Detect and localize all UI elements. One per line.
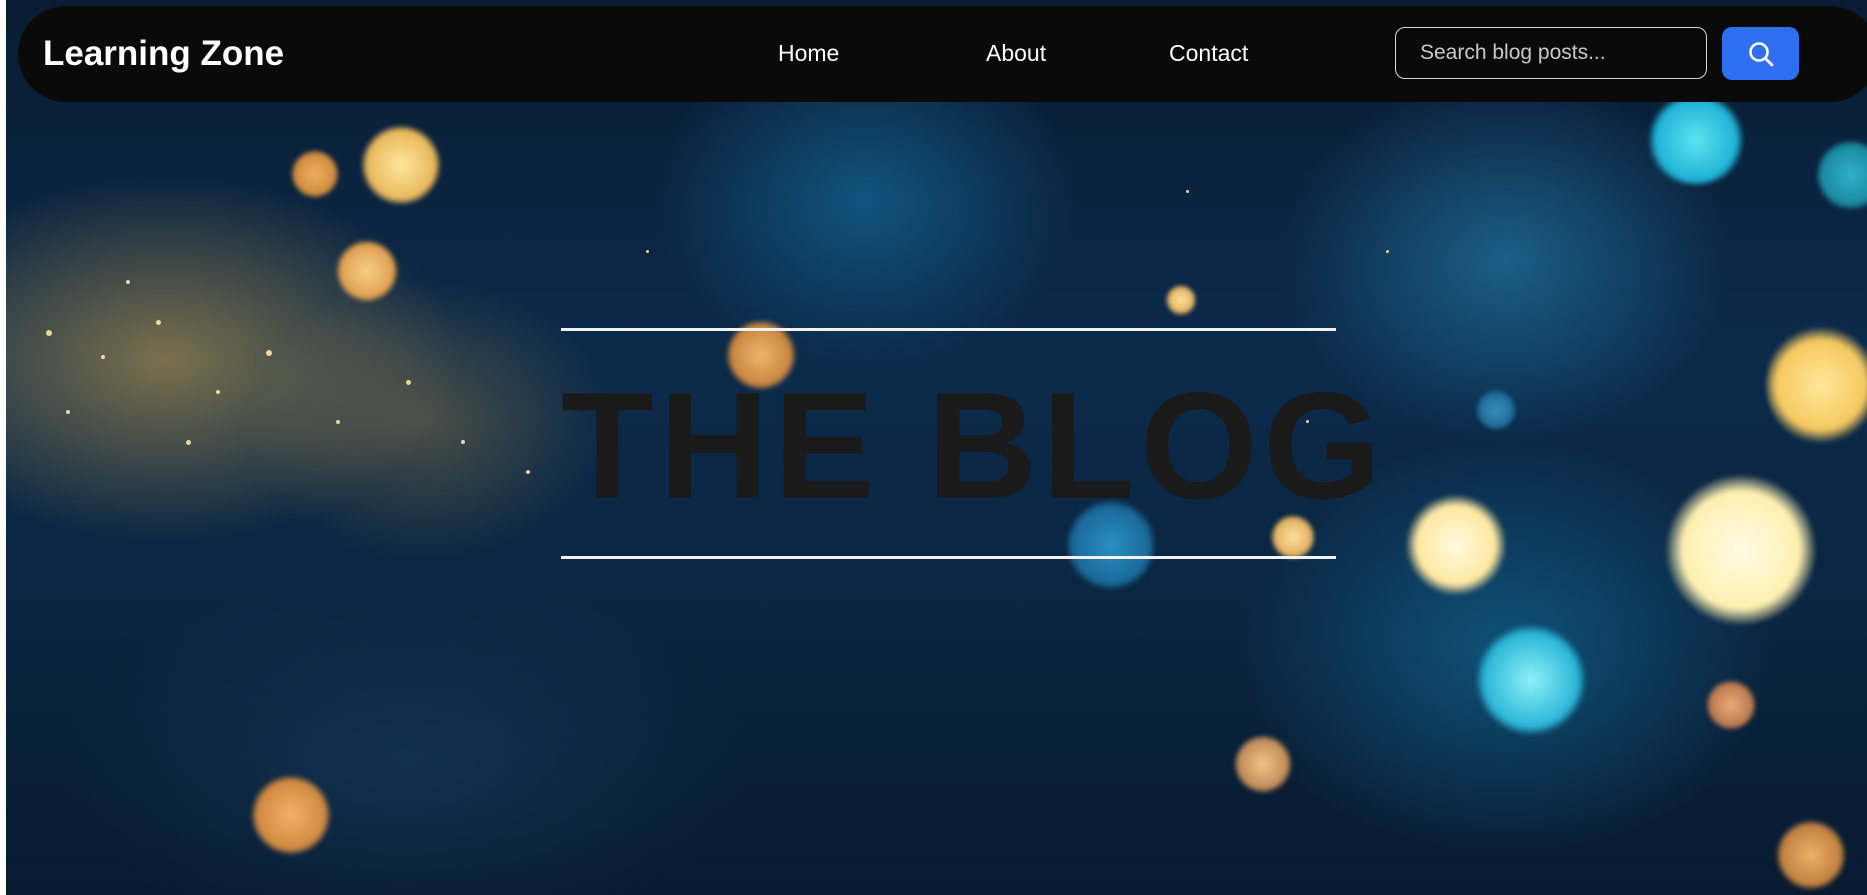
sparkle xyxy=(101,355,105,359)
sparkle xyxy=(156,320,161,325)
title-bottom-rule xyxy=(561,556,1336,559)
bokeh-light xyxy=(251,775,331,855)
sparkle xyxy=(1186,190,1189,193)
nav-link-home[interactable]: Home xyxy=(778,42,839,65)
page: Learning Zone Home About Contact THE BLO… xyxy=(0,0,1867,895)
bokeh-light xyxy=(1776,820,1846,890)
bokeh-light xyxy=(1166,285,1196,315)
title-top-rule xyxy=(561,328,1336,331)
sparkle xyxy=(646,250,649,253)
sparkle xyxy=(266,350,272,356)
bokeh-light xyxy=(1706,680,1756,730)
site-logo[interactable]: Learning Zone xyxy=(43,36,284,71)
sparkle xyxy=(46,330,52,336)
sparkle xyxy=(1386,250,1389,253)
bokeh-light xyxy=(1766,325,1867,445)
search-button[interactable] xyxy=(1722,27,1799,80)
sparkle xyxy=(406,380,411,385)
bokeh-light xyxy=(361,125,441,205)
sparkle xyxy=(186,440,191,445)
search-icon xyxy=(1747,40,1775,68)
bokeh-light xyxy=(1646,95,1746,185)
bokeh-light xyxy=(1234,735,1292,793)
hero-title-block: THE BLOG xyxy=(561,328,1387,560)
bokeh-light xyxy=(1406,495,1506,595)
sparkle xyxy=(126,280,130,284)
sparkle xyxy=(461,440,465,444)
bokeh-light xyxy=(1666,475,1816,625)
bokeh-light xyxy=(291,150,339,198)
sparkle xyxy=(66,410,70,414)
nav-link-contact[interactable]: Contact xyxy=(1169,42,1248,65)
navbar: Learning Zone Home About Contact xyxy=(18,6,1867,102)
bokeh-light xyxy=(336,240,398,302)
bokeh-light xyxy=(1816,140,1867,210)
bokeh-light xyxy=(1476,390,1516,430)
search-input[interactable] xyxy=(1395,27,1707,79)
sparkle xyxy=(336,420,340,424)
bokeh-light xyxy=(1476,625,1586,735)
hero-title: THE BLOG xyxy=(561,361,1387,531)
sparkle xyxy=(216,390,220,394)
sparkle xyxy=(526,470,530,474)
nav-link-about[interactable]: About xyxy=(986,42,1046,65)
